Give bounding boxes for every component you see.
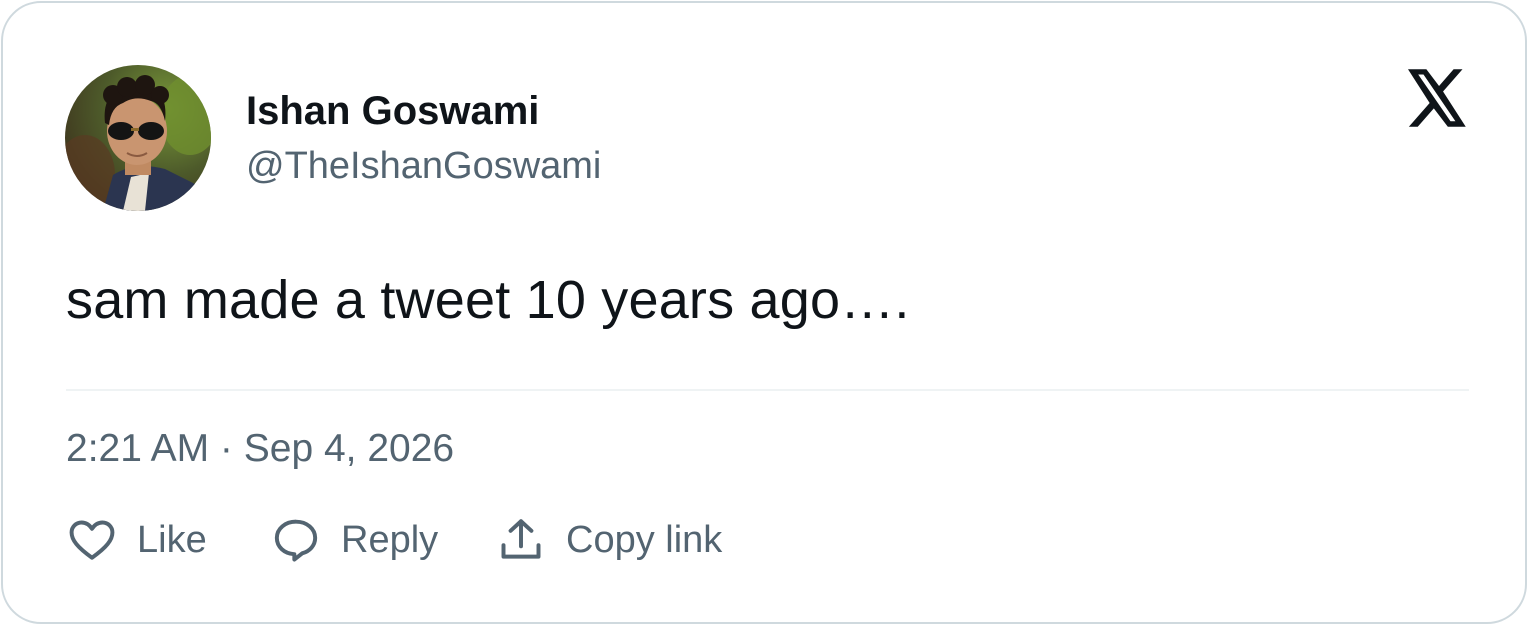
copy-link-label: Copy link xyxy=(566,518,723,561)
divider xyxy=(66,389,1469,391)
share-upload-icon xyxy=(496,515,546,565)
reply-label: Reply xyxy=(341,518,439,561)
avatar[interactable] xyxy=(65,65,211,211)
like-button[interactable]: Like xyxy=(67,514,207,566)
author-handle[interactable]: @TheIshanGoswami xyxy=(246,145,601,188)
reply-button[interactable]: Reply xyxy=(271,514,438,566)
tweet-timestamp[interactable]: 2:21 AM · Sep 4, 2026 xyxy=(66,427,454,471)
tweet-card: Ishan Goswami @TheIshanGoswami sam made … xyxy=(1,1,1527,624)
heart-icon xyxy=(67,515,117,565)
avatar-photo xyxy=(65,65,211,211)
x-logo-icon[interactable] xyxy=(1408,69,1468,127)
author-name[interactable]: Ishan Goswami xyxy=(246,89,539,134)
copy-link-button[interactable]: Copy link xyxy=(496,514,722,566)
like-label: Like xyxy=(137,518,207,561)
tweet-text: sam made a tweet 10 years ago…. xyxy=(66,270,910,330)
speech-bubble-icon xyxy=(271,515,321,565)
